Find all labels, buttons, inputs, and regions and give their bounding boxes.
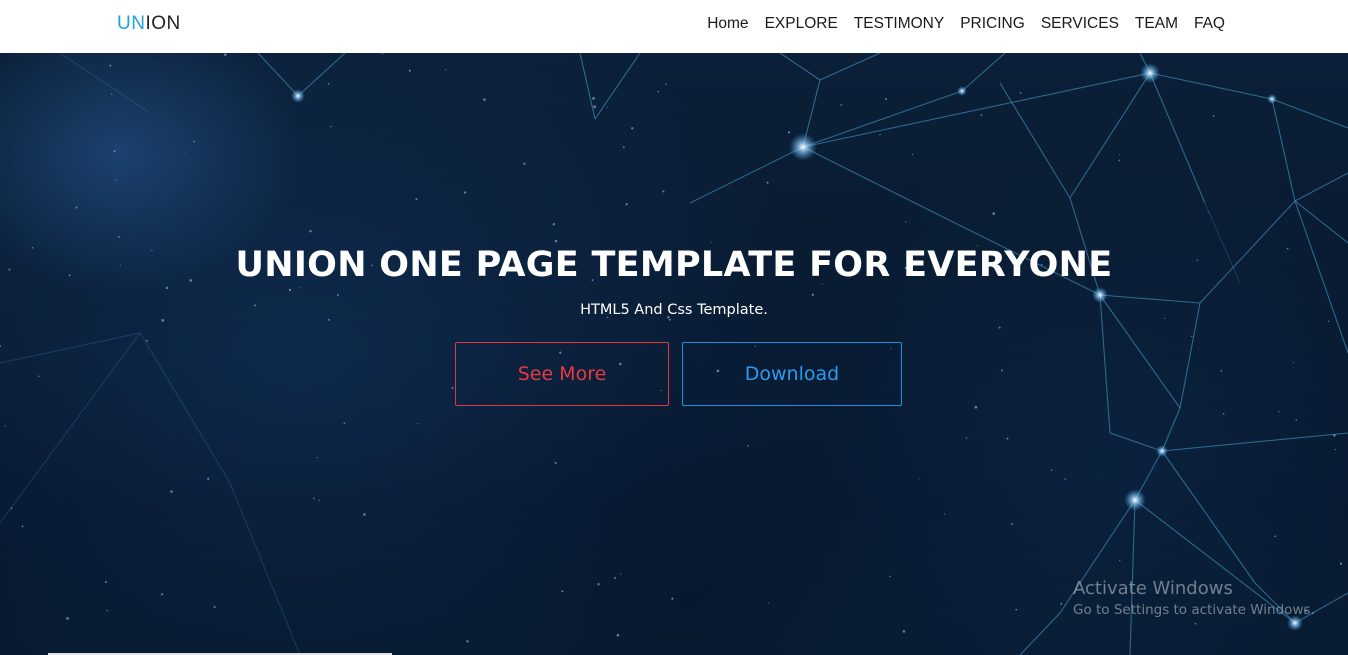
nav-item-pricing[interactable]: PRICING xyxy=(960,15,1025,33)
nav-item-team[interactable]: TEAM xyxy=(1135,15,1178,33)
hero-section: UNION ONE PAGE TEMPLATE FOR EVERYONE HTM… xyxy=(0,53,1348,655)
nav-menu: Home EXPLORE TESTIMONY PRICING SERVICES … xyxy=(707,15,1225,33)
download-button[interactable]: Download xyxy=(682,342,902,406)
brand-logo-rest: ION xyxy=(145,13,181,34)
brand-logo[interactable]: UNION xyxy=(117,13,181,35)
hero-content: UNION ONE PAGE TEMPLATE FOR EVERYONE HTM… xyxy=(0,53,1348,655)
nav-item-home[interactable]: Home xyxy=(707,15,748,33)
nav-item-services[interactable]: SERVICES xyxy=(1041,15,1119,33)
nav-item-testimony[interactable]: TESTIMONY xyxy=(854,15,944,33)
watermark-title: Activate Windows xyxy=(1073,578,1233,599)
nav-item-faq[interactable]: FAQ xyxy=(1194,15,1225,33)
hero-subtitle: HTML5 And Css Template. xyxy=(580,302,768,318)
nav-item-explore[interactable]: EXPLORE xyxy=(765,15,838,33)
top-navbar: UNION Home EXPLORE TESTIMONY PRICING SER… xyxy=(0,0,1348,53)
brand-logo-accent: UN xyxy=(117,13,146,34)
watermark-subtitle: Go to Settings to activate Windows. xyxy=(1073,602,1315,618)
hero-title: UNION ONE PAGE TEMPLATE FOR EVERYONE xyxy=(235,245,1113,285)
see-more-button[interactable]: See More xyxy=(455,342,669,406)
windows-activation-watermark: Activate Windows Go to Settings to activ… xyxy=(1073,578,1315,618)
